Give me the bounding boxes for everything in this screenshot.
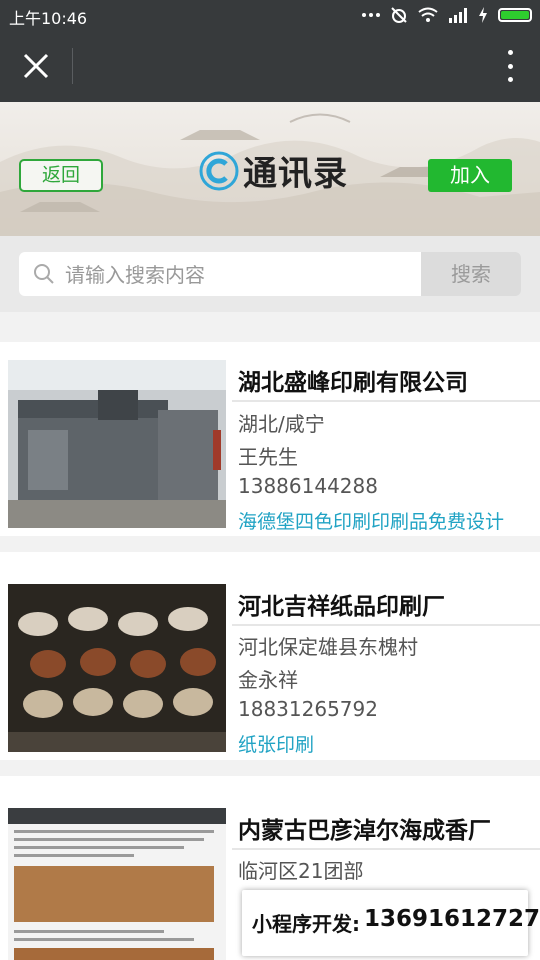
- contact-person: 金永祥: [238, 668, 298, 692]
- promo-label: 小程序开发:: [252, 912, 360, 936]
- company-name[interactable]: 湖北盛峰印刷有限公司: [238, 363, 468, 397]
- page-title: 通讯录: [243, 154, 348, 194]
- business-scope: 纸张印刷: [238, 734, 315, 756]
- alarm-off-icon: [391, 7, 407, 23]
- chat-screenshot-photo: [8, 808, 226, 960]
- divider: [232, 624, 540, 626]
- company-name[interactable]: 内蒙古巴彦淖尔海成香厂: [238, 811, 491, 845]
- contact-person: 王先生: [238, 445, 298, 469]
- top-nav-bar: [0, 30, 540, 102]
- press-machine-photo: [8, 360, 226, 528]
- company-location: 湖北/咸宁: [238, 412, 325, 436]
- search-button[interactable]: 搜索: [421, 252, 521, 296]
- battery-icon: [498, 8, 532, 22]
- search-field: [19, 252, 421, 298]
- wifi-icon: [418, 7, 438, 22]
- status-icons: [362, 6, 532, 24]
- list-item[interactable]: 湖北盛峰印刷有限公司 湖北/咸宁 王先生 13886144288 海德堡四色印刷…: [0, 342, 540, 536]
- divider: [232, 848, 540, 850]
- list-item[interactable]: 河北吉祥纸品印刷厂 河北保定雄县东槐村 金永祥 18831265792 纸张印刷: [0, 552, 540, 760]
- more-menu-icon[interactable]: [506, 50, 514, 82]
- status-bar: 上午10:46: [0, 0, 540, 30]
- company-name[interactable]: 河北吉祥纸品印刷厂: [238, 587, 445, 621]
- close-icon[interactable]: [18, 50, 54, 82]
- promo-overlay[interactable]: 小程序开发: 13691612727: [242, 890, 540, 956]
- search-bar: 搜索: [0, 236, 540, 312]
- search-icon: [34, 264, 54, 284]
- charging-icon: [479, 7, 487, 23]
- business-scope: 海德堡四色印刷印刷品免费设计: [238, 511, 505, 533]
- back-button[interactable]: 返回: [19, 159, 103, 192]
- search-input[interactable]: [63, 252, 417, 298]
- status-time: 上午10:46: [9, 9, 88, 28]
- contact-phone[interactable]: 13886144288: [238, 474, 378, 498]
- more-notifications-icon: [362, 13, 380, 17]
- nav-divider: [72, 48, 73, 84]
- company-location: 临河区21团部: [238, 859, 364, 883]
- contact-phone[interactable]: 18831265792: [238, 697, 378, 721]
- promo-phone[interactable]: 13691612727: [364, 906, 540, 932]
- printed-packaging-photo: [8, 584, 226, 752]
- header-banner: 返回 通讯录 加入: [0, 102, 540, 236]
- join-button[interactable]: 加入: [428, 159, 512, 192]
- signal-icon: [449, 8, 467, 23]
- page-title-group: 通讯录: [199, 146, 348, 195]
- divider: [232, 400, 540, 402]
- contacts-logo-icon: [199, 151, 239, 190]
- company-location: 河北保定雄县东槐村: [238, 635, 418, 659]
